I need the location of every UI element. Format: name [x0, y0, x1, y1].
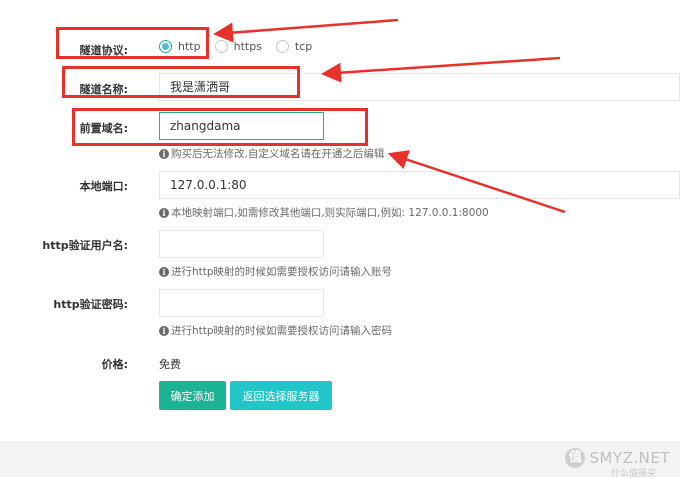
arrow-to-protocol [213, 18, 399, 43]
arrow-to-tunnel-name [321, 56, 561, 83]
watermark: 值 SMYZ.NET 什么值得买 [565, 448, 670, 479]
watermark-text: SMYZ.NET [589, 449, 670, 467]
watermark-subtext: 什么值得买 [610, 469, 656, 479]
arrow-to-domain-hint [387, 150, 566, 214]
annotation-arrows [213, 18, 566, 214]
watermark-logo-icon: 值 [565, 448, 586, 468]
